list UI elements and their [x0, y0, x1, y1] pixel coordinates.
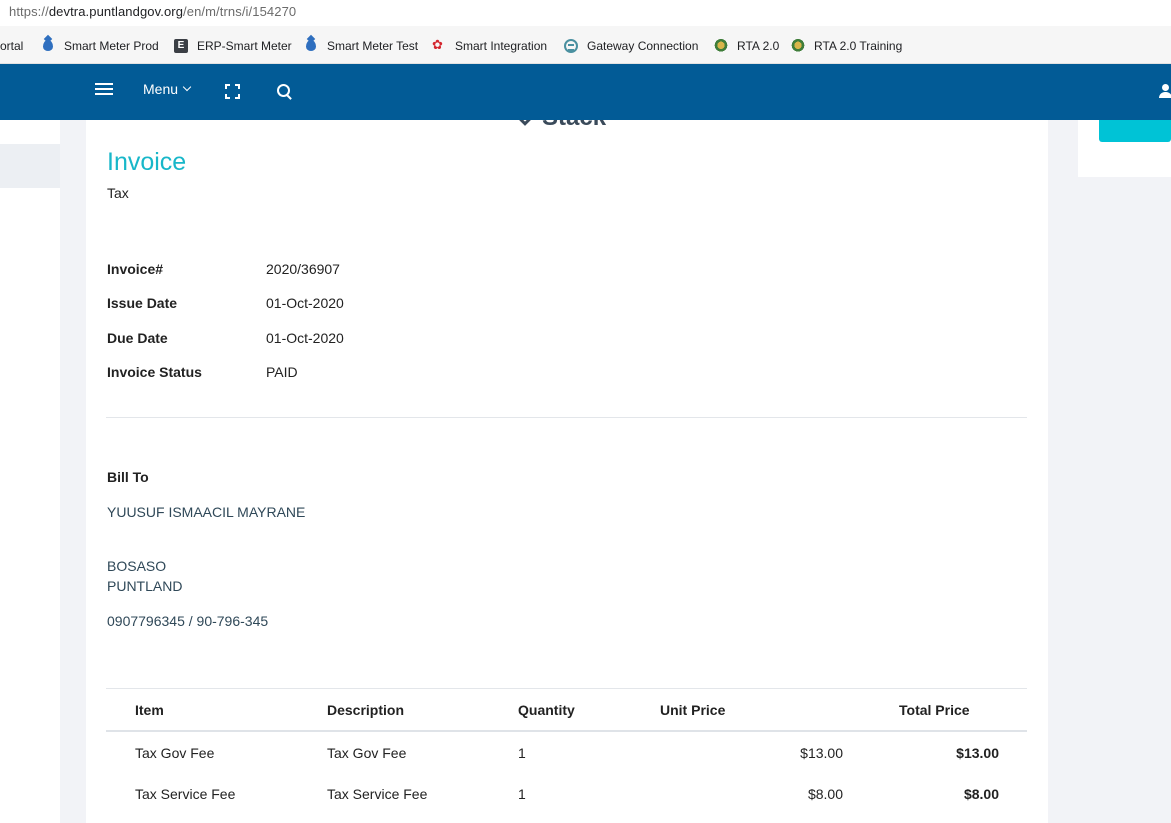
issue-date-value: 01-Oct-2020 — [266, 295, 344, 311]
menu-dropdown-button[interactable]: Menu — [143, 81, 192, 97]
bookmark-portal[interactable]: ortal — [0, 37, 23, 55]
invoice-status-value: PAID — [266, 364, 298, 380]
column-header-unit-price: Unit Price — [660, 702, 726, 718]
row-total-price: $8.00 — [963, 786, 999, 802]
bookmark-erp-smart-meter[interactable]: E ERP-Smart Meter — [174, 37, 292, 55]
e-letter-icon: E — [174, 39, 188, 53]
app-header: Menu — [0, 64, 1171, 120]
row-total-price: $13.00 — [956, 745, 999, 761]
company-logo: Stack — [515, 120, 606, 132]
column-header-item: Item — [135, 702, 164, 718]
table-top-border — [106, 688, 1027, 689]
invoice-number-label: Invoice# — [107, 261, 164, 277]
right-panel — [1078, 120, 1171, 177]
invoice-number-value: 2020/36907 — [266, 261, 340, 277]
row-unit-price: $13.00 — [800, 745, 843, 761]
row-item: Tax Service Fee — [135, 786, 236, 802]
bookmark-rta-2[interactable]: RTA 2.0 — [714, 37, 779, 55]
address-bar[interactable]: https://devtra.puntlandgov.org/en/m/trns… — [0, 0, 1171, 26]
bookmark-smart-meter-test[interactable]: Smart Meter Test — [304, 37, 418, 55]
search-icon[interactable] — [277, 84, 293, 100]
invoice-card: Stack Invoice Tax Invoice# 2020/36907 Is… — [86, 120, 1048, 823]
gateway-icon — [564, 39, 578, 53]
customer-region: PUNTLAND — [107, 578, 183, 594]
invoice-title: Invoice — [107, 148, 187, 176]
user-icon[interactable] — [1159, 84, 1171, 100]
column-header-quantity: Quantity — [518, 702, 575, 718]
sidebar — [0, 120, 60, 823]
row-quantity: 1 — [518, 786, 526, 802]
row-unit-price: $8.00 — [807, 786, 843, 802]
section-divider — [106, 417, 1027, 418]
fullscreen-icon[interactable] — [225, 84, 240, 99]
row-quantity: 1 — [518, 745, 526, 761]
menu-label: Menu — [143, 81, 179, 97]
bookmark-rta-2-training[interactable]: RTA 2.0 Training — [791, 37, 902, 55]
issue-date-label: Issue Date — [107, 295, 178, 311]
due-date-value: 01-Oct-2020 — [266, 330, 344, 346]
action-button[interactable] — [1099, 120, 1171, 142]
bill-to-label: Bill To — [107, 469, 149, 485]
chevron-down-icon — [182, 82, 192, 92]
logo-diamond-icon — [515, 120, 535, 126]
sidebar-item-active[interactable] — [0, 144, 60, 188]
hamburger-menu-icon[interactable] — [95, 82, 113, 96]
bookmark-smart-integration[interactable]: Smart Integration — [432, 37, 547, 55]
column-header-description: Description — [327, 702, 405, 718]
row-item: Tax Gov Fee — [135, 745, 215, 761]
url-text[interactable]: https://devtra.puntlandgov.org/en/m/trns… — [9, 4, 296, 19]
invoice-status-label: Invoice Status — [107, 364, 202, 380]
customer-phone: 0907796345 / 90-796-345 — [107, 613, 269, 629]
row-description: Tax Service Fee — [327, 786, 428, 802]
bookmark-smart-meter-prod[interactable]: Smart Meter Prod — [41, 37, 159, 55]
crest-icon — [791, 39, 805, 53]
row-description: Tax Gov Fee — [327, 745, 407, 761]
due-date-label: Due Date — [107, 330, 168, 346]
water-drop-icon — [41, 39, 55, 53]
water-drop-icon — [304, 39, 318, 53]
crest-icon — [714, 39, 728, 53]
bookmark-gateway-connection[interactable]: Gateway Connection — [564, 37, 698, 55]
huawei-icon — [432, 37, 446, 53]
invoice-type: Tax — [107, 185, 129, 201]
column-header-total-price: Total Price — [899, 702, 970, 718]
customer-city: BOSASO — [107, 558, 167, 574]
customer-name: YUUSUF ISMAACIL MAYRANE — [107, 504, 306, 520]
bookmarks-bar: ortal Smart Meter Prod E ERP-Smart Meter… — [0, 26, 1171, 64]
table-header-border — [106, 730, 1027, 732]
